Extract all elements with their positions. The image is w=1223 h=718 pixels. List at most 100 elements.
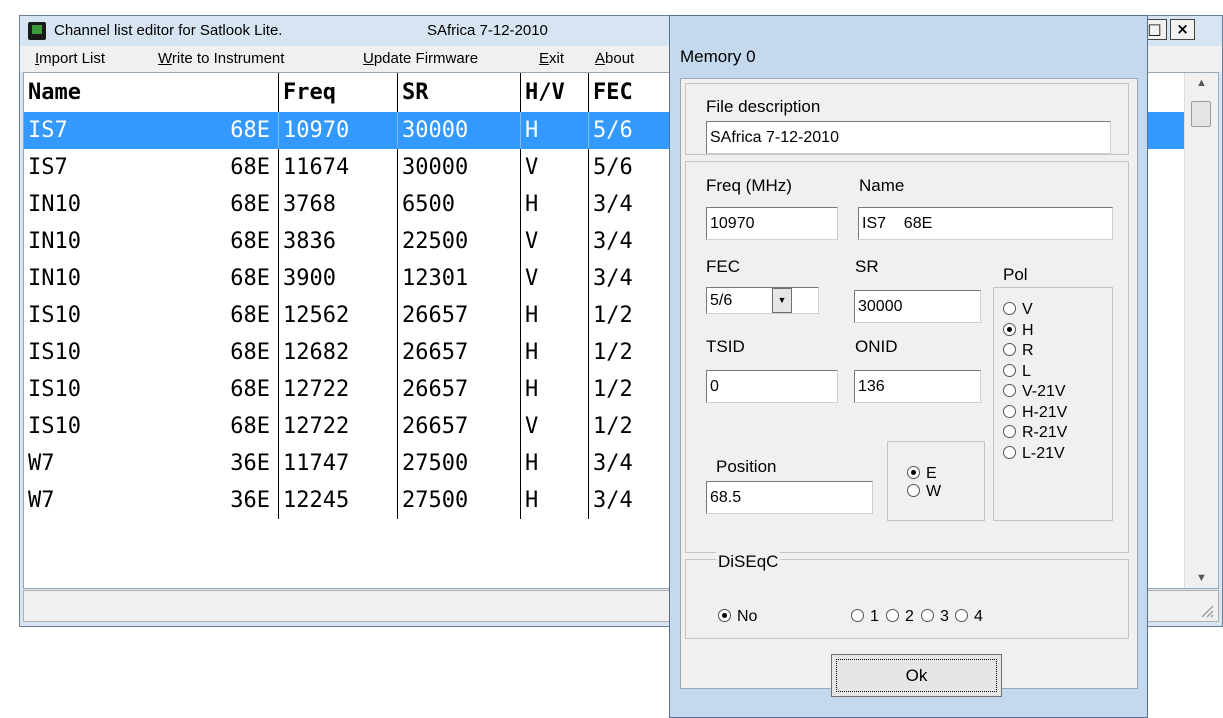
cell-freq: 12562 xyxy=(279,297,398,334)
cell-pos: 36E xyxy=(184,445,279,482)
scroll-thumb[interactable] xyxy=(1191,101,1211,127)
column-header-sr[interactable]: SR xyxy=(398,73,521,112)
menu-write-to-instrument[interactable]: Write to Instrument xyxy=(158,50,284,67)
menu-import-list[interactable]: Import List xyxy=(35,50,105,67)
cell-pos: 68E xyxy=(184,223,279,260)
cell-fec: 1/2 xyxy=(589,371,679,408)
pol-radio-h[interactable]: H xyxy=(1003,322,1034,340)
radio-label: H xyxy=(1022,321,1034,339)
diseqc-radio-3[interactable]: 3 xyxy=(921,608,949,626)
cell-fec: 5/6 xyxy=(589,149,679,186)
close-button[interactable]: × xyxy=(1170,19,1195,40)
cell-pol: V xyxy=(521,149,589,186)
column-header-freq[interactable]: Freq xyxy=(279,73,398,112)
pol-radio-l-21v[interactable]: L-21V xyxy=(1003,445,1065,463)
cell-sr: 26657 xyxy=(398,408,521,445)
window-title: Channel list editor for Satlook Lite. xyxy=(54,22,283,39)
cell-fec: 3/4 xyxy=(589,260,679,297)
cell-fec: 3/4 xyxy=(589,482,679,519)
cell-pol: H xyxy=(521,186,589,223)
cell-fec: 3/4 xyxy=(589,186,679,223)
fec-select-value: 5/6 xyxy=(710,292,733,309)
menu-about[interactable]: About xyxy=(595,50,634,67)
radio-label: 1 xyxy=(870,608,879,625)
cell-name: W7 xyxy=(28,451,55,476)
file-description-field[interactable]: SAfrica 7-12-2010 xyxy=(706,121,1111,154)
pol-radio-h-21v[interactable]: H-21V xyxy=(1003,404,1067,422)
radio-label: L-21V xyxy=(1022,444,1065,462)
cell-freq: 12245 xyxy=(279,482,398,519)
cell-pos: 68E xyxy=(184,149,279,186)
pol-radio-v[interactable]: V xyxy=(1003,301,1033,319)
diseqc-radio-no[interactable]: No xyxy=(718,608,757,626)
resize-grip-icon[interactable] xyxy=(1198,602,1214,618)
menu-update-firmware[interactable]: Update Firmware xyxy=(363,50,478,67)
diseqc-radio-4[interactable]: 4 xyxy=(955,608,983,626)
position-field[interactable]: 68.5 xyxy=(706,481,873,514)
tsid-field[interactable]: 0 xyxy=(706,370,838,403)
dialog-client: File description SAfrica 7-12-2010 Freq … xyxy=(680,78,1138,697)
radio-indicator xyxy=(1003,445,1016,459)
cell-pos: 68E xyxy=(184,186,279,223)
onid-field[interactable]: 136 xyxy=(854,370,981,403)
cell-pos: 68E xyxy=(184,260,279,297)
pol-radio-r-21v[interactable]: R-21V xyxy=(1003,424,1067,442)
cell-freq: 11747 xyxy=(279,445,398,482)
cell-pol: H xyxy=(521,482,589,519)
cell-fec: 3/4 xyxy=(589,223,679,260)
vertical-scrollbar[interactable]: ▲ ▼ xyxy=(1184,73,1218,588)
pol-radio-v-21v[interactable]: V-21V xyxy=(1003,383,1066,401)
window-file-label: SAfrica 7-12-2010 xyxy=(427,22,548,39)
radio-indicator xyxy=(1003,425,1016,439)
column-header-hv[interactable]: H/V xyxy=(521,73,589,112)
cell-sr: 30000 xyxy=(398,149,521,186)
cell-sr: 26657 xyxy=(398,371,521,408)
radio-indicator xyxy=(1003,343,1016,357)
column-header-name[interactable]: Name xyxy=(24,73,279,112)
cell-pos: 68E xyxy=(184,371,279,408)
cell-fec: 5/6 xyxy=(589,112,679,149)
cell-sr: 27500 xyxy=(398,445,521,482)
radio-indicator xyxy=(955,609,968,623)
app-icon xyxy=(28,22,46,40)
scroll-down-icon[interactable]: ▼ xyxy=(1185,568,1218,588)
radio-label: H-21V xyxy=(1022,403,1068,421)
pol-radio-r[interactable]: R xyxy=(1003,342,1034,360)
cell-name: IN10 xyxy=(28,229,81,254)
radio-label: E xyxy=(926,465,937,482)
radio-indicator xyxy=(886,609,899,623)
cell-freq: 10970 xyxy=(279,112,398,149)
cell-pol: H xyxy=(521,371,589,408)
cell-name: IS7 xyxy=(28,118,68,143)
column-header-fec[interactable]: FEC xyxy=(589,73,679,112)
cell-name: IN10 xyxy=(28,192,81,217)
freq-field[interactable]: 10970 xyxy=(706,207,838,240)
radio-label: No xyxy=(737,608,758,625)
ok-button[interactable]: Ok xyxy=(831,654,1002,697)
cell-freq: 11674 xyxy=(279,149,398,186)
cell-pos: 68E xyxy=(184,112,279,149)
fec-select[interactable]: 5/6 xyxy=(706,287,819,314)
diseqc-radio-1[interactable]: 1 xyxy=(851,608,879,626)
cell-sr: 22500 xyxy=(398,223,521,260)
memory-dialog: Memory 0 File description SAfrica 7-12-2… xyxy=(669,15,1148,718)
cell-freq: 3900 xyxy=(279,260,398,297)
name-field[interactable]: IS7 68E xyxy=(858,207,1113,240)
diseqc-label: DiSEqC xyxy=(716,552,781,572)
radio-indicator xyxy=(1003,363,1016,377)
cell-name: IS10 xyxy=(28,303,81,328)
cell-pol: V xyxy=(521,260,589,297)
cell-fec: 1/2 xyxy=(589,297,679,334)
direction-radio-w[interactable]: W xyxy=(907,483,941,501)
cell-fec: 1/2 xyxy=(589,408,679,445)
cell-sr: 12301 xyxy=(398,260,521,297)
radio-label: V-21V xyxy=(1022,383,1066,400)
pol-radio-l[interactable]: L xyxy=(1003,363,1031,381)
radio-indicator xyxy=(1003,302,1016,316)
direction-radio-e[interactable]: E xyxy=(907,465,937,483)
menu-exit[interactable]: Exit xyxy=(539,50,564,67)
chevron-down-icon[interactable]: ▼ xyxy=(772,288,792,313)
sr-field[interactable]: 30000 xyxy=(854,290,981,323)
diseqc-radio-2[interactable]: 2 xyxy=(886,608,914,626)
scroll-up-icon[interactable]: ▲ xyxy=(1185,73,1218,93)
